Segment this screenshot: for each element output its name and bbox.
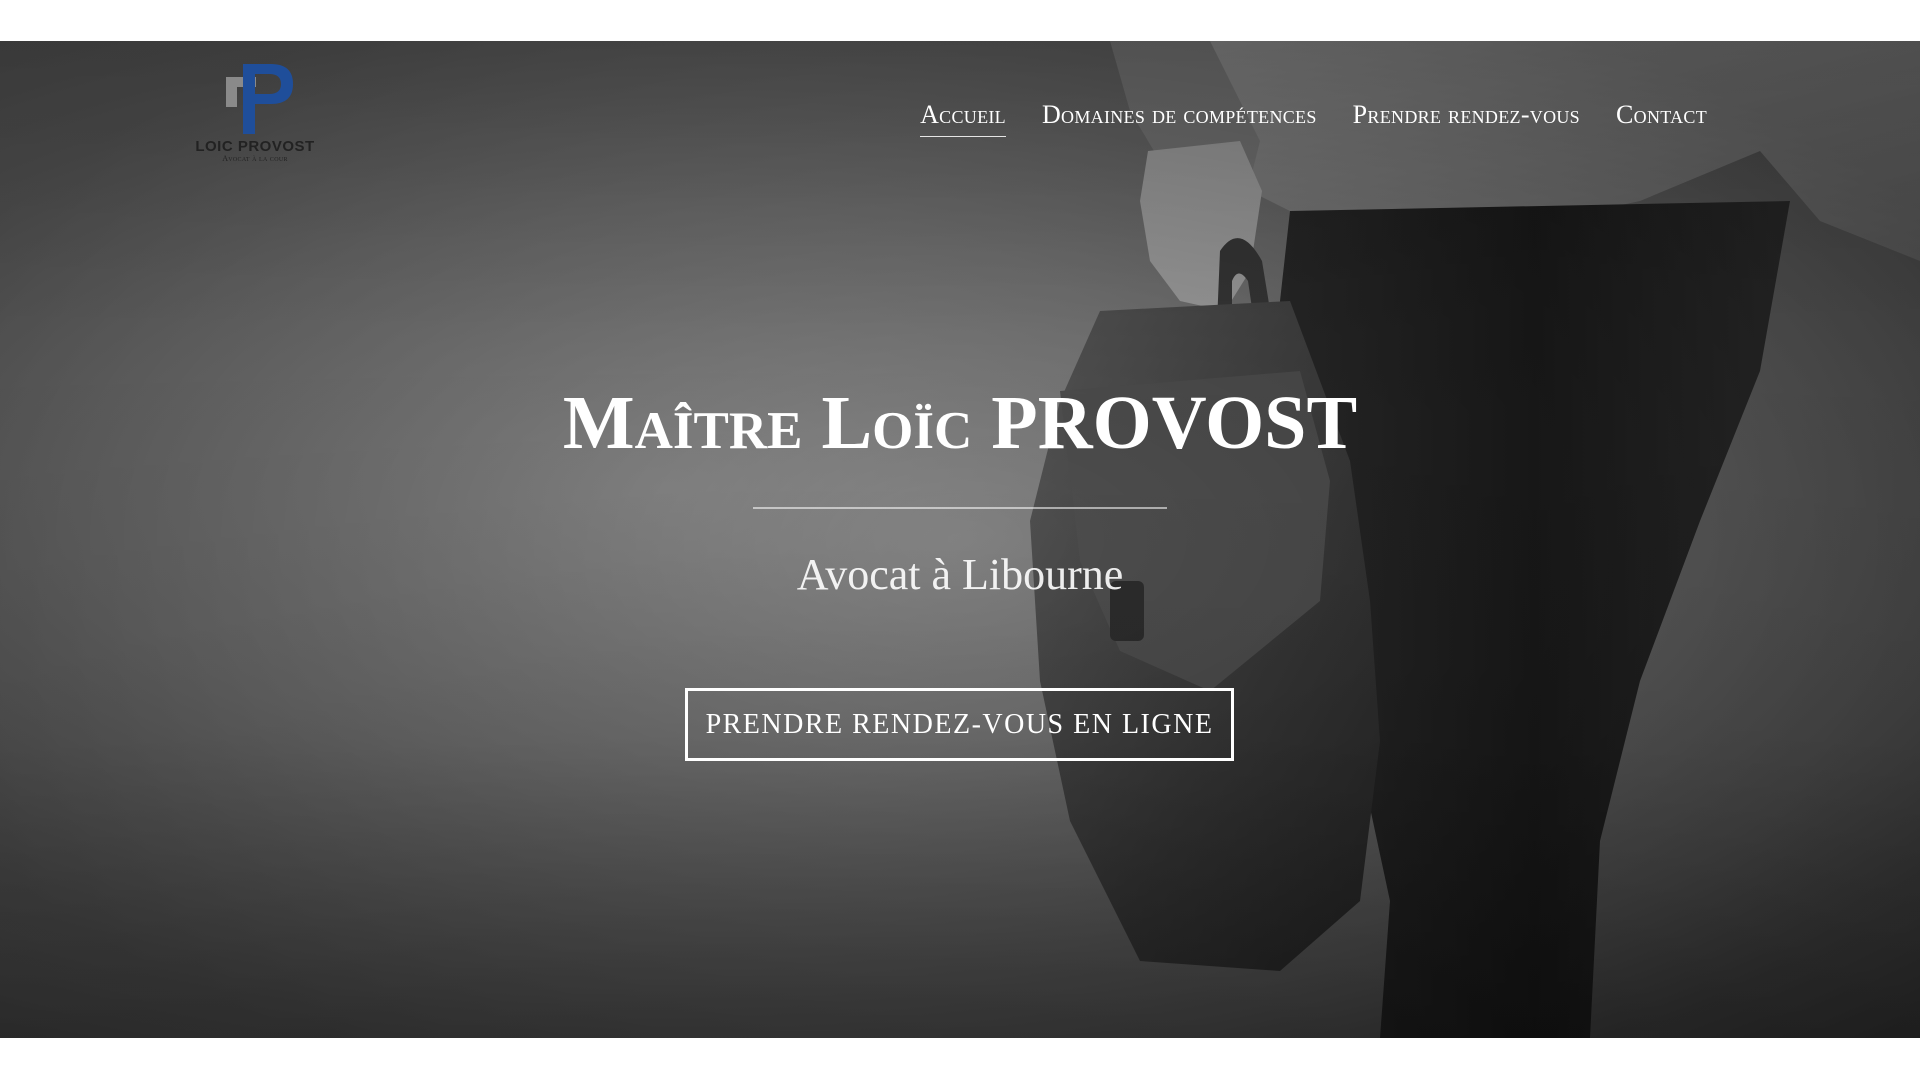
nav-item-contact[interactable]: Contact <box>1616 100 1707 136</box>
nav-item-domaines[interactable]: Domaines de compétences <box>1042 100 1317 136</box>
hero-divider <box>753 507 1167 509</box>
hero-title: Maître Loïc PROVOST <box>0 385 1920 461</box>
bottom-margin <box>0 1038 1920 1080</box>
hero-subtitle: Avocat à Libourne <box>796 550 1124 599</box>
top-margin <box>0 0 1920 41</box>
nav-item-accueil[interactable]: Accueil <box>920 100 1006 137</box>
hero-title-name: PROVOST <box>991 381 1358 465</box>
logo-mark-icon <box>226 64 293 134</box>
hero-title-prefix: Maître Loïc <box>562 381 973 465</box>
hero-section: LOIC PROVOST Avocat à la cour Accueil Do… <box>0 41 1920 1038</box>
main-nav: Accueil Domaines de compétences Prendre … <box>920 100 1707 137</box>
site-logo[interactable]: LOIC PROVOST Avocat à la cour <box>193 62 317 166</box>
hero-overlay <box>0 41 1920 1038</box>
nav-item-rendez-vous[interactable]: Prendre rendez-vous <box>1353 100 1580 136</box>
book-appointment-button[interactable]: PRENDRE RENDEZ-VOUS EN LIGNE <box>685 688 1234 761</box>
logo-tagline: Avocat à la cour <box>222 154 288 163</box>
logo-name: LOIC PROVOST <box>195 138 315 155</box>
